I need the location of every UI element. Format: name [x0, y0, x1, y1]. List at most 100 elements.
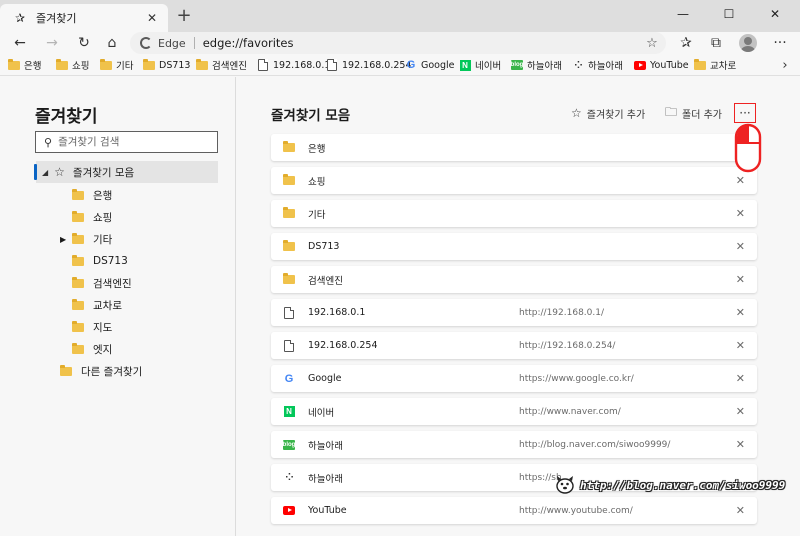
bookmark-label: 네이버: [475, 61, 502, 72]
blog-icon: blog: [282, 439, 296, 450]
delete-icon[interactable]: ✕: [736, 504, 745, 517]
profile-avatar[interactable]: [739, 34, 757, 52]
delete-icon[interactable]: ✕: [736, 207, 745, 220]
tree-item-folder[interactable]: DS713: [72, 250, 128, 272]
delete-icon[interactable]: ✕: [736, 372, 745, 385]
url-text[interactable]: edge://favorites: [203, 36, 642, 50]
bookmark-item[interactable]: N 네이버: [459, 57, 501, 73]
collapse-caret-icon[interactable]: ◢: [42, 168, 48, 177]
naver-icon: N: [281, 406, 297, 417]
bookmark-item[interactable]: DS713: [143, 57, 190, 73]
folder-icon: [72, 342, 84, 354]
collections-icon[interactable]: ⧉: [702, 32, 730, 54]
favorite-name: 하늘아래: [308, 473, 343, 485]
delete-icon[interactable]: ✕: [736, 438, 745, 451]
favorite-row[interactable]: YouTube http://www.youtube.com/ ✕: [271, 497, 757, 524]
favorite-row[interactable]: 은행: [271, 134, 757, 161]
folder-icon: [60, 364, 72, 376]
delete-icon[interactable]: ✕: [736, 273, 745, 286]
favorite-row[interactable]: DS713 ✕: [271, 233, 757, 260]
favorite-row[interactable]: 쇼핑 ✕: [271, 167, 757, 194]
favorite-row[interactable]: G Google https://www.google.co.kr/ ✕: [271, 365, 757, 392]
favorite-row[interactable]: 검색엔진 ✕: [271, 266, 757, 293]
bookmark-item[interactable]: 192.168.0.254: [326, 57, 412, 73]
maximize-button[interactable]: ☐: [706, 0, 752, 28]
favorite-row[interactable]: 192.168.0.254 http://192.168.0.254/ ✕: [271, 332, 757, 359]
tree-item-folder[interactable]: 은행: [72, 184, 112, 206]
tree-item-other-favorites[interactable]: 다른 즐겨찾기: [60, 360, 142, 382]
bookmarks-overflow-icon[interactable]: ›: [776, 56, 794, 74]
tree-item-folder[interactable]: ▶ 기타: [60, 228, 112, 250]
tree-item-favorites-bar[interactable]: ◢ ☆ 즐겨찾기 모음: [34, 161, 218, 183]
bookmark-item[interactable]: 교차로: [694, 57, 736, 73]
youtube-icon: [634, 59, 646, 71]
page-icon: [281, 339, 297, 352]
favorite-row[interactable]: blog 하늘아래 http://blog.naver.com/siwoo9999/…: [271, 431, 757, 458]
tree-label: 지도: [93, 321, 113, 334]
tree-label: 다른 즐겨찾기: [81, 365, 143, 378]
search-icon: ⚲: [44, 135, 53, 149]
folder-icon: [72, 232, 84, 244]
favorites-search-box[interactable]: ⚲: [35, 131, 218, 153]
minimize-button[interactable]: —: [660, 0, 706, 28]
bookmark-item[interactable]: ⁘ 하늘아래: [572, 57, 623, 73]
tree-item-folder[interactable]: 지도: [72, 316, 112, 338]
bookmark-label: 하늘아래: [588, 61, 623, 72]
favorite-url: http://blog.naver.com/siwoo9999/: [519, 439, 671, 450]
delete-icon[interactable]: ✕: [736, 405, 745, 418]
folder-icon: [281, 174, 297, 185]
favorite-name: 네이버: [308, 407, 335, 419]
forward-button[interactable]: →: [38, 32, 66, 54]
window-close-button[interactable]: ✕: [752, 0, 798, 28]
favorite-name: 192.168.0.254: [308, 340, 378, 351]
add-folder-button[interactable]: 🗀 폴더 추가: [665, 105, 722, 121]
delete-icon[interactable]: ✕: [736, 339, 745, 352]
new-tab-button[interactable]: +: [174, 7, 194, 27]
favorite-url: https://www.google.co.kr/: [519, 373, 634, 384]
add-favorite-button[interactable]: ☆ 즐겨찾기 추가: [571, 105, 645, 121]
refresh-button[interactable]: ↻: [70, 32, 98, 54]
favorite-row[interactable]: N 네이버 http://www.naver.com/ ✕: [271, 398, 757, 425]
back-button[interactable]: ←: [6, 32, 34, 54]
tab-favorites[interactable]: ✰ 즐겨찾기 ✕: [0, 4, 168, 32]
favorite-row[interactable]: 기타 ✕: [271, 200, 757, 227]
dog-mascot-icon: [556, 476, 574, 494]
expand-caret-icon[interactable]: ▶: [60, 235, 66, 244]
bookmark-item[interactable]: 기타: [100, 57, 133, 73]
tab-close-icon[interactable]: ✕: [142, 8, 162, 28]
folder-icon: [72, 210, 84, 222]
home-button[interactable]: ⌂: [98, 32, 126, 54]
mouse-click-icon: [734, 123, 762, 173]
delete-icon[interactable]: ✕: [736, 240, 745, 253]
bookmark-item[interactable]: 은행: [8, 57, 41, 73]
address-bar[interactable]: Edge edge://favorites ☆: [130, 32, 666, 54]
tree-item-folder[interactable]: 교차로: [72, 294, 122, 316]
tree-item-folder[interactable]: 엣지: [72, 338, 112, 360]
search-input[interactable]: [58, 136, 209, 148]
bookmark-item[interactable]: 쇼핑: [56, 57, 89, 73]
favorites-icon[interactable]: ✰: [672, 32, 700, 54]
folder-icon: [281, 141, 297, 152]
delete-icon[interactable]: ✕: [736, 174, 745, 187]
tree-item-folder[interactable]: 검색엔진: [72, 272, 132, 294]
google-icon: G: [284, 372, 294, 385]
more-options-button[interactable]: ···: [734, 103, 756, 123]
add-favorite-star-icon[interactable]: ☆: [642, 36, 662, 51]
folder-icon: [72, 254, 84, 266]
bookmark-item[interactable]: YouTube: [634, 57, 689, 73]
bookmark-item[interactable]: 192.168.0.1: [257, 57, 330, 73]
delete-icon[interactable]: ✕: [736, 306, 745, 319]
bookmark-item[interactable]: G Google: [405, 57, 455, 73]
folder-icon: [72, 188, 84, 200]
bookmark-item[interactable]: 검색엔진: [196, 57, 247, 73]
tree-label: 은행: [93, 189, 113, 202]
favorite-row[interactable]: 192.168.0.1 http://192.168.0.1/ ✕: [271, 299, 757, 326]
bookmark-item[interactable]: blog 하늘아래: [511, 57, 562, 73]
folder-icon: [196, 58, 208, 71]
tree-item-folder[interactable]: 쇼핑: [72, 206, 112, 228]
tree-label: 엣지: [93, 343, 113, 356]
folder-icon: [281, 207, 297, 218]
settings-menu-button[interactable]: ···: [766, 32, 794, 54]
sidebar-title: 즐겨찾기: [35, 107, 98, 127]
favorites-page: 즐겨찾기 ⚲ ◢ ☆ 즐겨찾기 모음 은행 쇼핑 ▶ 기타 DS713 검색엔진 …: [0, 77, 800, 536]
